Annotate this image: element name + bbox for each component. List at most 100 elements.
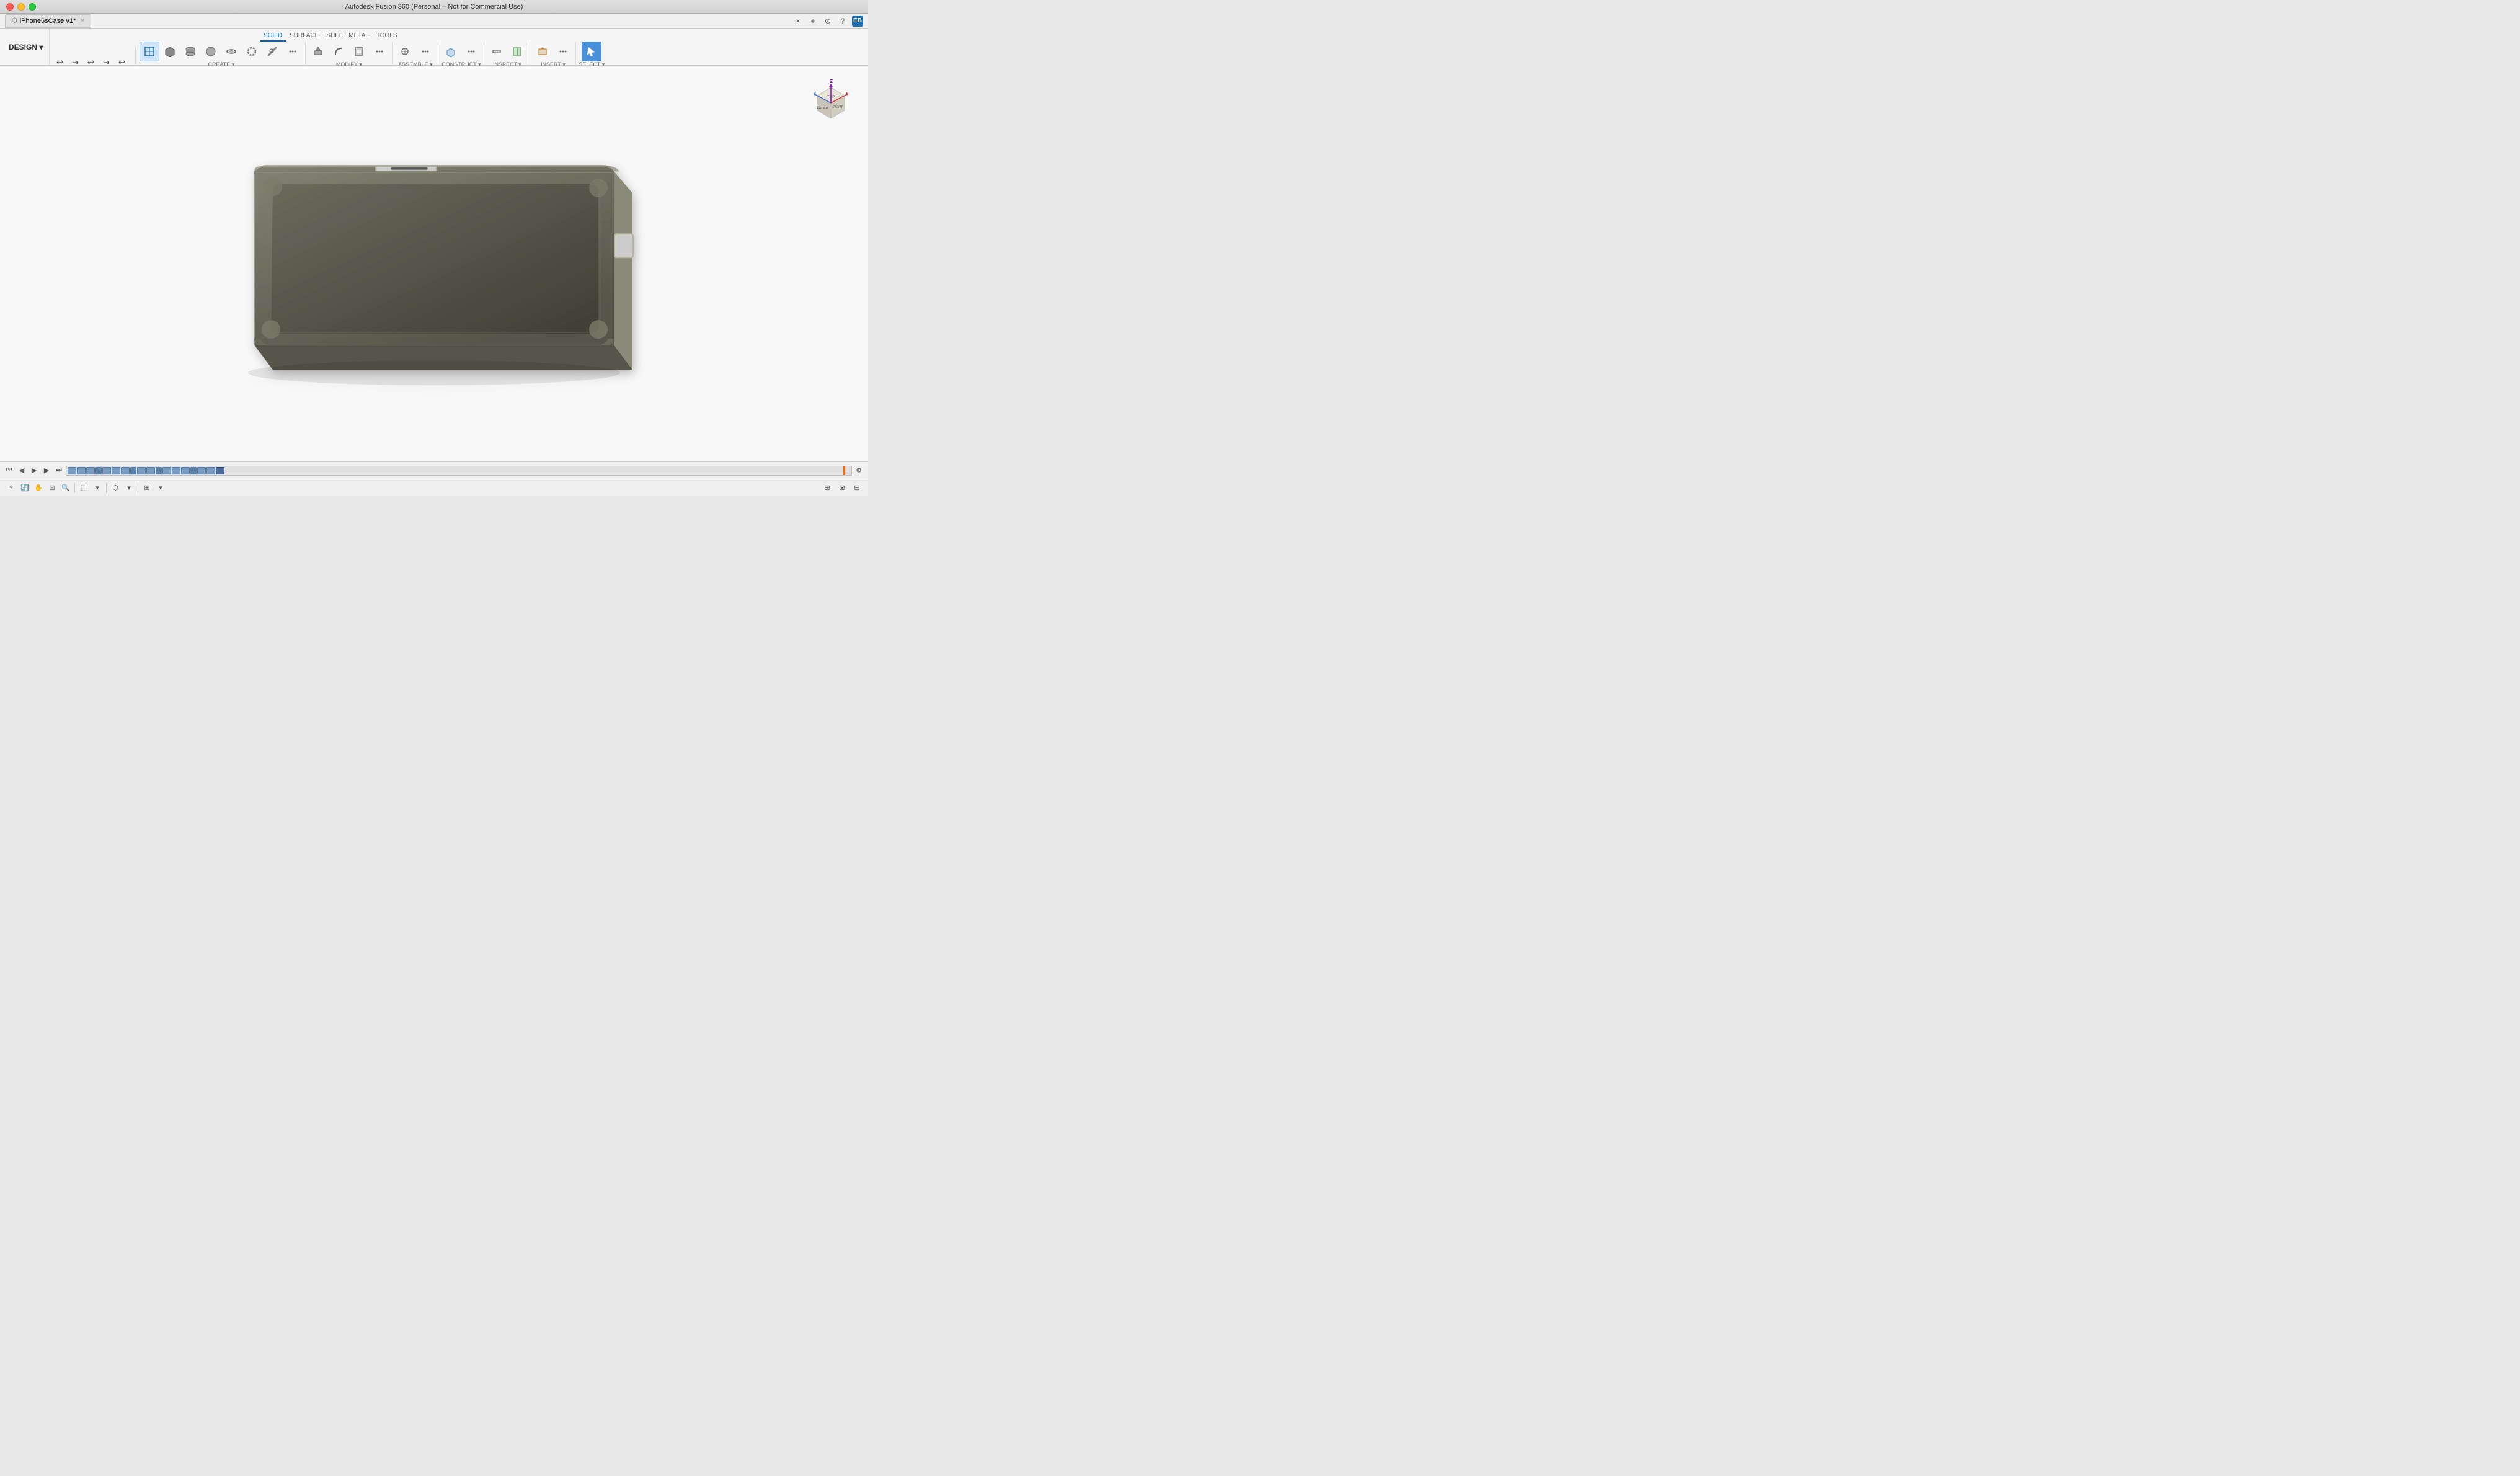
create-new-component[interactable] (140, 42, 159, 61)
timeline-item[interactable] (102, 467, 111, 474)
user-button[interactable]: EB (852, 16, 863, 27)
statusbar-left-tools: ⌖ 🔄 ✋ ⊡ 🔍 ⬚ ▾ ⬡ ▾ ⊞ ▾ (5, 482, 167, 494)
timeline-item[interactable] (130, 467, 136, 474)
create-box[interactable] (160, 42, 180, 61)
grid-button[interactable]: ⊞ (821, 482, 833, 494)
create-cylinder[interactable] (180, 42, 200, 61)
timeline-play-button[interactable]: ▶ (29, 465, 40, 476)
create-pipe[interactable] (262, 42, 282, 61)
minimize-button[interactable] (17, 3, 25, 11)
toolbar: DESIGN ▾ SOLID SURFACE SHEET METAL TOOLS… (0, 29, 868, 66)
modify-press-pull[interactable] (308, 42, 328, 61)
tab-surface[interactable]: SURFACE (286, 31, 322, 42)
close-button[interactable] (6, 3, 14, 11)
display-more-button[interactable]: ▾ (123, 482, 135, 494)
timeline-first-button[interactable]: ⏮ (4, 465, 15, 476)
window-title: Autodesk Fusion 360 (Personal – Not for … (345, 3, 523, 11)
view-more-button[interactable]: ▾ (91, 482, 104, 494)
timeline-item[interactable] (162, 467, 171, 474)
nav-zoom-button[interactable]: 🔍 (60, 482, 72, 494)
design-label: DESIGN ▾ (9, 43, 43, 51)
timeline-item[interactable] (172, 467, 180, 474)
create-coil[interactable] (242, 42, 262, 61)
grid-snap-button[interactable]: ⊠ (836, 482, 848, 494)
title-bar: Autodesk Fusion 360 (Personal – Not for … (0, 0, 868, 14)
timeline-right: ⚙ (853, 465, 864, 476)
svg-text:Z: Z (830, 79, 833, 84)
timeline-item[interactable] (156, 467, 162, 474)
create-torus[interactable] (221, 42, 241, 61)
timeline-item[interactable] (181, 467, 190, 474)
timeline-item[interactable] (68, 467, 76, 474)
tab-tools[interactable]: TOOLS (373, 31, 401, 42)
maximize-button[interactable] (29, 3, 36, 11)
statusbar-sep2 (106, 483, 107, 493)
timeline-marker (843, 466, 845, 475)
3d-model (192, 97, 676, 444)
assemble-new-joint[interactable] (395, 42, 415, 61)
statusbar-sep1 (74, 483, 75, 493)
timeline-item[interactable] (206, 467, 215, 474)
create-more[interactable] (283, 42, 303, 61)
timeline-item[interactable] (121, 467, 130, 474)
layout-button[interactable]: ⊟ (851, 482, 863, 494)
main-area: TOP RIGHT FRONT Z (0, 66, 868, 461)
nav-home-button[interactable]: ⌖ (5, 482, 17, 494)
insert-more[interactable] (553, 42, 573, 61)
tab-close-button[interactable]: × (81, 17, 84, 24)
timeline-track[interactable] (66, 466, 852, 476)
viewcube[interactable]: TOP RIGHT FRONT Z (806, 78, 856, 128)
inspect-section[interactable] (507, 42, 527, 61)
nav-orbit-button[interactable]: 🔄 (19, 482, 31, 494)
timeline-item[interactable] (95, 467, 102, 474)
modify-fillet[interactable] (329, 42, 348, 61)
svg-text:RIGHT: RIGHT (832, 105, 844, 109)
timeline-item[interactable] (77, 467, 86, 474)
create-sphere[interactable] (201, 42, 221, 61)
timeline-item[interactable] (112, 467, 120, 474)
tabbar-right-controls: × + ⊙ ? EB (792, 16, 863, 27)
construct-more[interactable] (461, 42, 481, 61)
construct-plane[interactable] (441, 42, 461, 61)
svg-text:FRONT: FRONT (817, 107, 830, 110)
timeline-item[interactable] (197, 467, 206, 474)
viewport[interactable]: TOP RIGHT FRONT Z (0, 66, 868, 461)
nav-pan-button[interactable]: ✋ (32, 482, 45, 494)
modify-shell[interactable] (349, 42, 369, 61)
timeline-item[interactable] (146, 467, 155, 474)
timeline-settings-button[interactable]: ⚙ (853, 465, 864, 476)
select-cursor[interactable] (582, 42, 601, 61)
render-more-button[interactable]: ▾ (154, 482, 167, 494)
timeline-prev-button[interactable]: ◀ (16, 465, 27, 476)
window-controls[interactable] (6, 3, 36, 11)
new-tab-button[interactable]: + (807, 16, 819, 27)
file-icon: ⬡ (12, 17, 17, 24)
insert-canvas[interactable] (533, 42, 552, 61)
render-settings-button[interactable]: ⊞ (141, 482, 153, 494)
tab-bar: ⬡ iPhone6sCase v1* × × + ⊙ ? EB (0, 14, 868, 29)
tab-solid[interactable]: SOLID (260, 31, 286, 42)
design-menu-button[interactable]: DESIGN ▾ (2, 29, 50, 65)
timeline-bar: ⏮ ◀ ▶ ▶ ⏭ ⚙ (0, 461, 868, 479)
online-button[interactable]: ⊙ (822, 16, 833, 27)
timeline-next-button[interactable]: ▶ (41, 465, 52, 476)
timeline-item[interactable] (86, 467, 95, 474)
tab-label: iPhone6sCase v1* (20, 17, 76, 25)
timeline-last-button[interactable]: ⏭ (53, 465, 64, 476)
help-button[interactable]: ? (837, 16, 848, 27)
tab-sheet-metal[interactable]: SHEET METAL (322, 31, 373, 42)
nav-zoom-fit-button[interactable]: ⊡ (46, 482, 58, 494)
close-file-button[interactable]: × (792, 16, 804, 27)
file-tab[interactable]: ⬡ iPhone6sCase v1* × (5, 14, 91, 28)
timeline-item[interactable] (190, 467, 197, 474)
timeline-items (66, 466, 851, 475)
status-bar: ⌖ 🔄 ✋ ⊡ 🔍 ⬚ ▾ ⬡ ▾ ⊞ ▾ ⊞ ⊠ ⊟ (0, 479, 868, 496)
timeline-item[interactable] (216, 467, 224, 474)
assemble-more[interactable] (415, 42, 435, 61)
timeline-item[interactable] (137, 467, 146, 474)
statusbar-right-tools: ⊞ ⊠ ⊟ (821, 482, 863, 494)
inspect-measure[interactable] (487, 42, 507, 61)
display-settings-button[interactable]: ⬡ (109, 482, 122, 494)
view-modes-button[interactable]: ⬚ (78, 482, 90, 494)
modify-more[interactable] (370, 42, 389, 61)
